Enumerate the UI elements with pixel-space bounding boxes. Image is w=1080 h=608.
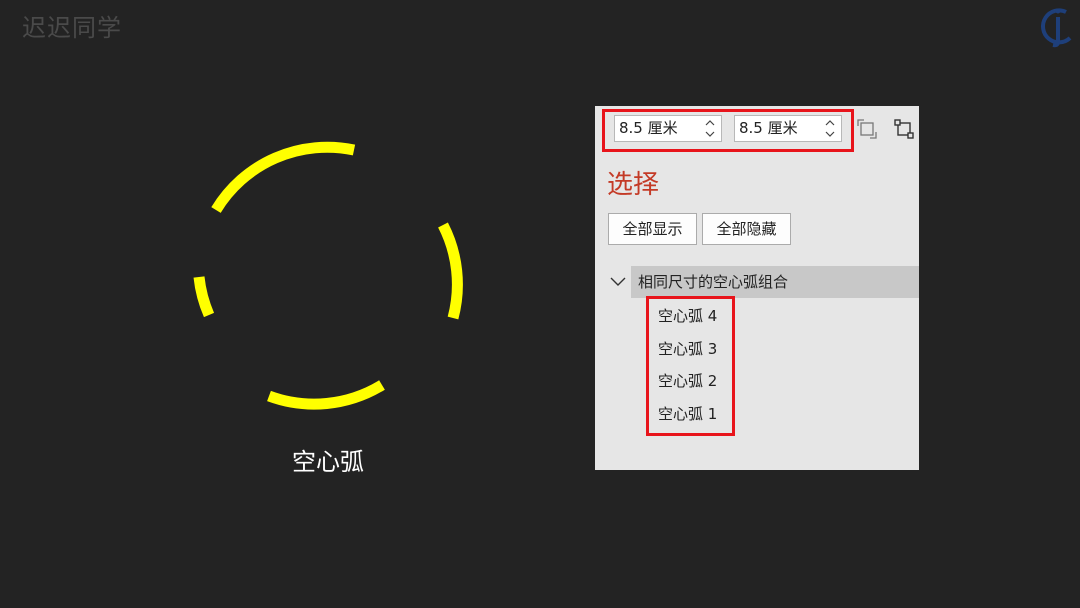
- size-position-icon[interactable]: [893, 118, 915, 140]
- watermark-text: 迟迟同学: [22, 14, 122, 42]
- show-all-button[interactable]: 全部显示: [608, 213, 697, 245]
- height-value: 8.5 厘米: [739, 119, 798, 137]
- ic-monogram-logo-icon: [1041, 8, 1072, 48]
- height-spinner[interactable]: 8.5 厘米: [734, 115, 842, 142]
- hollow-arc-2: [438, 222, 463, 320]
- selection-title: 选择: [607, 170, 660, 200]
- width-value: 8.5 厘米: [619, 119, 678, 137]
- spinner-arrows-icon[interactable]: [825, 118, 835, 139]
- hollow-arc-3: [267, 380, 385, 410]
- chevron-down-icon[interactable]: [609, 273, 627, 291]
- hollow-arc-1: [211, 141, 356, 213]
- hide-all-button[interactable]: 全部隐藏: [702, 213, 791, 245]
- hollow-arc-4: [193, 276, 215, 318]
- spinner-arrows-icon[interactable]: [705, 118, 715, 139]
- list-item[interactable]: 空心弧 4: [658, 300, 717, 332]
- hollow-arc-group[interactable]: [170, 120, 490, 440]
- arc-caption: 空心弧: [292, 448, 364, 476]
- list-item[interactable]: 空心弧 1: [658, 398, 717, 430]
- list-item[interactable]: 空心弧 3: [658, 333, 717, 365]
- group-label[interactable]: 相同尺寸的空心弧组合: [638, 266, 788, 298]
- crop-dialog-icon[interactable]: [856, 118, 878, 140]
- width-spinner[interactable]: 8.5 厘米: [614, 115, 722, 142]
- list-item[interactable]: 空心弧 2: [658, 365, 717, 397]
- selection-pane: 8.5 厘米 8.5 厘米 选择 全部显示 全部隐藏 相同尺寸的空心弧组合 空心…: [595, 106, 919, 470]
